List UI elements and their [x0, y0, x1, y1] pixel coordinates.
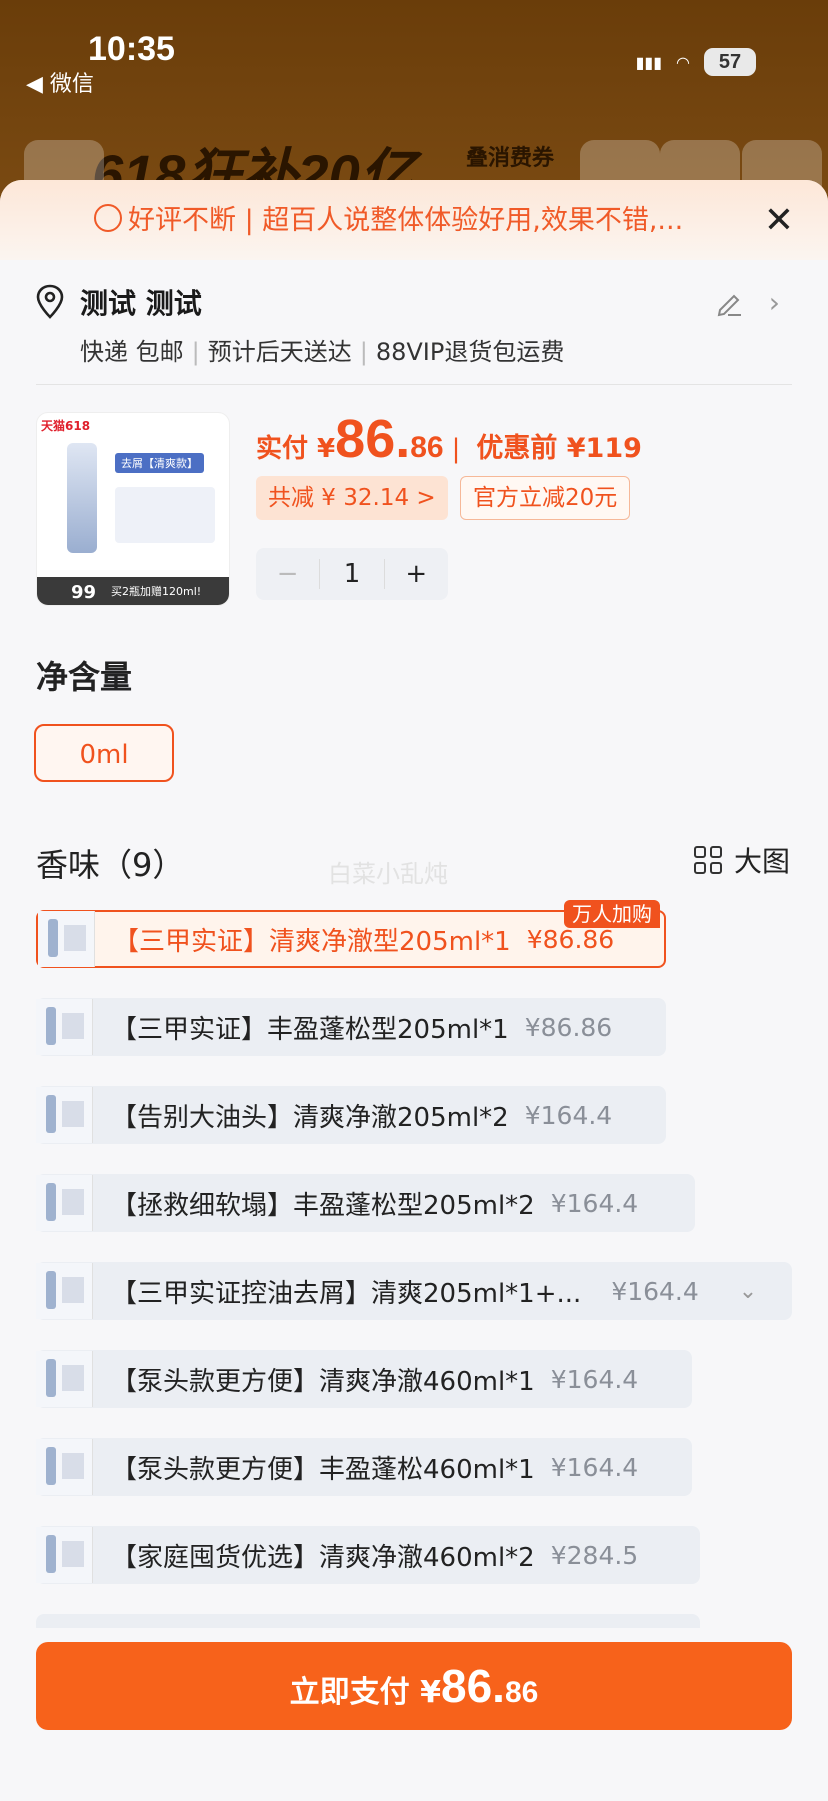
option-price: ¥86.86: [524, 1012, 613, 1042]
pay-now-button[interactable]: 立即支付 ¥86.86: [36, 1642, 792, 1730]
scent-option[interactable]: 【泵头款更方便】清爽净澈460ml*1 ¥164.4: [36, 1350, 692, 1408]
scent-option-partial: [36, 1614, 700, 1628]
decrease-button[interactable]: −: [256, 559, 321, 589]
option-thumbnail: [38, 911, 95, 967]
option-name: 【三甲实证】清爽净澈型205ml*1: [113, 926, 511, 957]
scent-option[interactable]: 【拯救细软塌】丰盈蓬松型205ml*2 ¥164.4: [36, 1174, 695, 1232]
increase-button[interactable]: +: [383, 559, 448, 589]
option-price: ¥284.5: [550, 1540, 639, 1570]
option-name: 【拯救细软塌】丰盈蓬松型205ml*2: [111, 1190, 535, 1221]
quantity-value[interactable]: 1: [320, 559, 383, 589]
option-price: ¥164.4: [550, 1364, 639, 1394]
pay-price-label: 实付 ¥: [256, 434, 336, 464]
option-price: ¥86.86: [526, 924, 615, 954]
wifi-icon: ◠: [676, 52, 690, 72]
review-banner-text: 好评不断 | 超百人说整体体验好用,效果不错,...: [128, 205, 684, 236]
scent-option[interactable]: 【泵头款更方便】丰盈蓬松460ml*1 ¥164.4: [36, 1438, 692, 1496]
thumb-brand: 天猫618: [41, 419, 91, 433]
option-thumbnail: [36, 1263, 93, 1319]
product-thumbnail[interactable]: 天猫618 去屑【清爽款】 99 买2瓶加赠120ml!: [36, 412, 230, 606]
option-name: 【家庭囤货优选】清爽净澈460ml*2: [111, 1542, 535, 1573]
divider: [36, 384, 792, 385]
gift-image: [115, 487, 215, 543]
volume-option[interactable]: 0ml: [34, 724, 174, 782]
option-name: 【泵头款更方便】清爽净澈460ml*1: [111, 1366, 535, 1397]
address-name[interactable]: 测试 测试: [80, 282, 202, 322]
thumb-promo: 买2瓶加赠120ml!: [111, 585, 202, 598]
thumb-price: 99: [71, 582, 97, 603]
delivery-eta: 预计后天送达: [207, 338, 352, 366]
location-pin-icon: [36, 284, 64, 319]
popular-badge: 万人加购: [564, 900, 660, 928]
purchase-sheet: 好评不断 | 超百人说整体体验好用,效果不错,... ✕ 测试 测试 快递 包邮…: [0, 180, 828, 1801]
scent-option[interactable]: 【三甲实证】丰盈蓬松型205ml*1 ¥86.86: [36, 998, 666, 1056]
bottle-image: [67, 443, 97, 553]
grid-icon: [693, 846, 722, 874]
scent-option[interactable]: 【家庭囤货优选】清爽净澈460ml*2 ¥284.5: [36, 1526, 700, 1584]
discount-detail-chip[interactable]: 共减 ¥ 32.14 >: [256, 476, 448, 520]
official-discount-chip: 官方立减20元: [460, 476, 631, 520]
pay-button-int: 86.: [441, 1660, 505, 1712]
option-name: 【三甲实证】丰盈蓬松型205ml*1: [111, 1014, 509, 1045]
signal-icon: ▮▮▮: [635, 52, 663, 72]
quantity-stepper: − 1 +: [256, 548, 448, 600]
delivery-info: 快递 包邮 | 预计后天送达 | 88VIP退货包运费: [80, 338, 565, 366]
pay-button-dec: 86: [504, 1676, 539, 1709]
shipping-method: 快递 包邮: [80, 338, 184, 366]
option-thumbnail: [36, 1175, 93, 1231]
thumb-tag: 去屑【清爽款】: [115, 453, 204, 473]
option-price: ¥164.4: [524, 1100, 613, 1130]
option-price: ¥164.4: [550, 1452, 639, 1482]
option-thumbnail: [36, 1351, 93, 1407]
volume-section-title: 净含量: [36, 658, 133, 696]
backdrop-subtitle: 叠消费券: [466, 146, 555, 171]
price-row: 实付 ¥86.86 | 优惠前 ¥119: [256, 409, 642, 469]
chevron-right-icon[interactable]: ›: [769, 286, 780, 319]
pay-button-label: 立即支付 ¥: [289, 1675, 441, 1710]
battery-icon: 57: [704, 48, 756, 76]
scent-section-title: 香味（9）: [36, 846, 185, 884]
scent-option[interactable]: 【告别大油头】清爽净澈205ml*2 ¥164.4: [36, 1086, 666, 1144]
big-image-toggle[interactable]: 大图: [693, 840, 790, 880]
option-thumbnail: [36, 999, 93, 1055]
pay-price-int: 86.: [335, 409, 411, 469]
option-thumbnail: [36, 1527, 93, 1583]
option-price: ¥164.4: [550, 1188, 639, 1218]
status-time: 10:35: [88, 30, 175, 68]
option-name: 【三甲实证控油去屑】清爽205ml*1+...: [111, 1278, 582, 1309]
chevron-down-icon[interactable]: ⌄: [739, 1279, 757, 1304]
option-name: 【泵头款更方便】丰盈蓬松460ml*1: [111, 1454, 535, 1485]
pay-price-dec: 86: [410, 431, 444, 464]
chat-icon: [94, 204, 122, 232]
return-service: 88VIP退货包运费: [375, 338, 565, 366]
option-thumbnail: [36, 1087, 93, 1143]
big-image-label: 大图: [733, 845, 790, 878]
watermark: 白菜小乱炖: [328, 860, 448, 888]
status-indicators: ▮▮▮ ◠ 57: [636, 48, 756, 76]
edit-icon[interactable]: [714, 288, 744, 318]
option-price: ¥164.4: [611, 1276, 699, 1306]
back-to-app-link[interactable]: ◀ 微信: [26, 66, 94, 98]
scent-option[interactable]: 【三甲实证控油去屑】清爽205ml*1+... ¥164.4 ⌄: [36, 1262, 792, 1320]
option-thumbnail: [36, 1439, 93, 1495]
original-price: 优惠前 ¥119: [476, 433, 642, 464]
close-icon[interactable]: ✕: [764, 200, 794, 241]
option-name: 【告别大油头】清爽净澈205ml*2: [111, 1102, 509, 1133]
